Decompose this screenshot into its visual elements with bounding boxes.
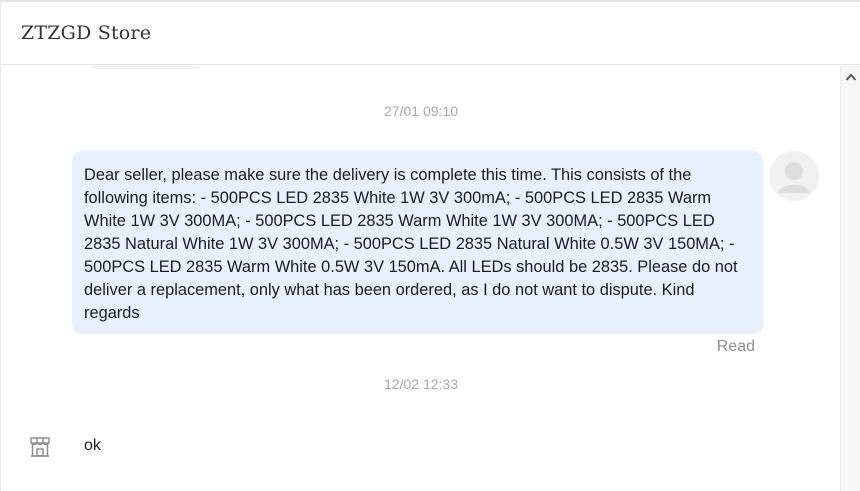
store-reply-text: ok bbox=[84, 437, 101, 454]
chat-window: ZTZGD Store 27/01 09:10 Dear seller, ple… bbox=[0, 0, 860, 491]
store-icon bbox=[29, 436, 51, 458]
scroll-up-arrow-icon[interactable] bbox=[841, 68, 860, 86]
previous-message-edge bbox=[91, 66, 201, 69]
user-avatar-icon bbox=[769, 151, 819, 201]
user-message-bubble: Dear seller, please make sure the delive… bbox=[72, 151, 763, 334]
store-name-title: ZTZGD Store bbox=[21, 22, 152, 44]
message-timestamp: 27/01 09:10 bbox=[384, 103, 458, 119]
vertical-scrollbar[interactable] bbox=[840, 66, 860, 491]
chat-header: ZTZGD Store bbox=[1, 2, 860, 65]
message-timestamp: 12/02 12:33 bbox=[384, 376, 458, 392]
read-status: Read bbox=[716, 338, 755, 355]
